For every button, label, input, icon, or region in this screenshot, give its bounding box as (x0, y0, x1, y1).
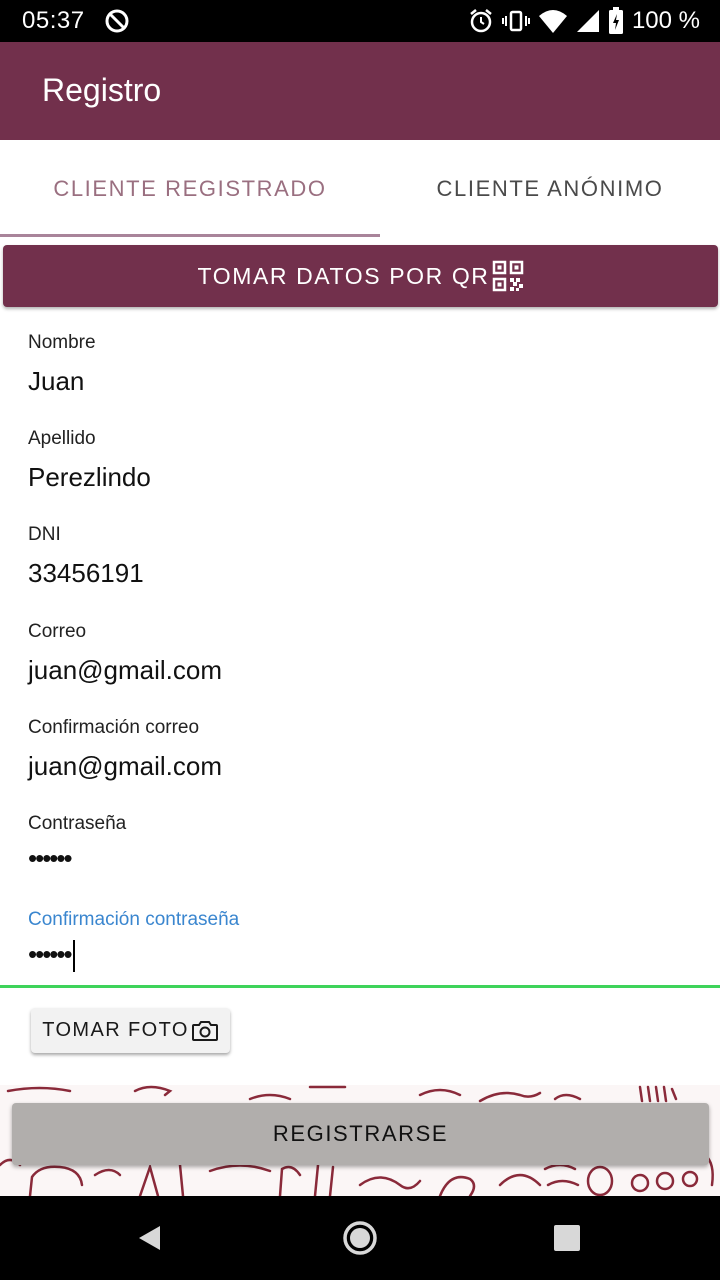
scan-qr-button[interactable]: TOMAR DATOS POR QR (3, 245, 718, 307)
tab-cliente-registrado[interactable]: CLIENTE REGISTRADO (0, 140, 380, 238)
tab-indicator (0, 234, 380, 237)
correo-label: Correo (28, 621, 87, 642)
confirmacion-contrasena-label: Confirmación contraseña (28, 909, 240, 930)
back-icon[interactable] (130, 1218, 170, 1258)
home-icon[interactable] (340, 1218, 380, 1258)
dni-label: DNI (28, 524, 61, 545)
alarm-icon (470, 9, 492, 33)
text-cursor (72, 940, 75, 973)
recents-icon[interactable] (547, 1218, 587, 1258)
confirmacion-correo-label: Confirmación correo (28, 717, 200, 738)
take-photo-button[interactable]: TOMAR FOTO (31, 1008, 230, 1053)
confirmacion-contrasena-field[interactable]: Confirmación contraseña •••••• (28, 908, 692, 973)
correo-field[interactable]: Correo juan@gmail.com (28, 620, 692, 686)
dni-field[interactable]: DNI 33456191 (28, 523, 692, 589)
contrasena-input[interactable]: •••••• (28, 840, 692, 876)
page-title: Registro (42, 72, 162, 108)
status-bar: 05:37 100 % (0, 0, 720, 42)
take-photo-label: TOMAR FOTO (42, 1019, 189, 1041)
register-button[interactable]: REGISTRARSE (12, 1103, 709, 1165)
confirmacion-correo-field[interactable]: Confirmación correo juan@gmail.com (28, 716, 692, 782)
confirmacion-correo-input[interactable]: juan@gmail.com (28, 750, 692, 782)
sync-off-icon (105, 9, 129, 33)
nombre-input[interactable]: Juan (28, 365, 692, 397)
confirmacion-contrasena-value: •••••• (28, 939, 73, 969)
apellido-input[interactable]: Perezlindo (28, 461, 692, 493)
contrasena-field[interactable]: Contraseña •••••• (28, 812, 692, 876)
nombre-field[interactable]: Nombre Juan (28, 331, 692, 397)
apellido-label: Apellido (28, 428, 96, 449)
vibrate-icon (501, 10, 530, 32)
app-bar: Registro (0, 42, 720, 140)
dni-input[interactable]: 33456191 (28, 557, 692, 589)
wifi-icon (538, 10, 567, 33)
battery-percent: 100 % (631, 7, 700, 34)
focus-underline (0, 985, 720, 988)
nombre-label: Nombre (28, 332, 96, 353)
scan-qr-label: TOMAR DATOS POR QR (197, 262, 490, 289)
navigation-bar (0, 1196, 720, 1280)
status-time: 05:37 (22, 7, 85, 34)
tab-cliente-anonimo[interactable]: CLIENTE ANÓNIMO (380, 140, 720, 238)
apellido-field[interactable]: Apellido Perezlindo (28, 427, 692, 493)
contrasena-label: Contraseña (28, 813, 127, 834)
signal-icon (576, 10, 599, 32)
camera-icon (191, 1020, 218, 1041)
confirmacion-contrasena-input[interactable]: •••••• (28, 936, 692, 973)
correo-input[interactable]: juan@gmail.com (28, 654, 692, 686)
qr-code-icon (492, 260, 523, 292)
battery-icon (608, 7, 623, 34)
tab-bar: CLIENTE REGISTRADO CLIENTE ANÓNIMO (0, 140, 720, 240)
